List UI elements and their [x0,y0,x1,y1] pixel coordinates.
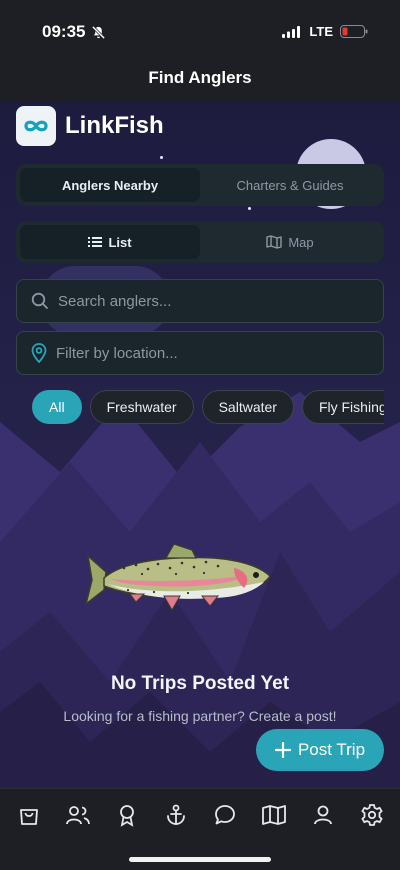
tab-label: Anglers Nearby [61,177,159,193]
page-title: Find Anglers [148,68,252,87]
people-icon [65,806,90,825]
profile-icon [313,805,332,825]
home-indicator [129,857,271,862]
tab-profile[interactable] [303,795,343,835]
tab-list-view[interactable]: List [20,225,200,259]
status-time: 09:35 [42,22,86,41]
star [248,207,251,210]
post-trip-label: Post Trip [297,740,366,759]
trout-illustration [84,543,271,612]
settings-icon [361,804,382,826]
post-trip-button[interactable]: Post Trip [256,729,384,771]
location-filter-field [16,331,384,375]
map-icon [266,235,283,249]
location-pin-icon [31,343,47,363]
list-icon [88,237,103,247]
bottom-tab-bar [0,788,400,870]
tab-charters-guides[interactable]: Charters & Guides [200,168,380,202]
status-indicators: LTE [282,24,368,39]
search-input[interactable] [58,292,358,310]
tab-anglers-nearby[interactable]: Anglers Nearby [20,168,200,202]
tab-label: Charters & Guides [236,177,344,193]
empty-state-subtitle: Looking for a fishing partner? Create a … [63,708,337,724]
empty-state-title: No Trips Posted Yet [110,673,290,694]
signal-icon [282,25,301,38]
silent-mode-icon [92,25,106,39]
brand-name: LinkFish [65,112,164,139]
location-filter-input[interactable] [56,344,356,362]
tab-label: List [108,234,132,250]
app-logo-icon [16,106,56,146]
star [160,156,163,159]
nav-header: Find Anglers [0,60,400,102]
shopping-bag-icon [19,809,38,825]
battery-icon [340,25,368,38]
tab-settings[interactable] [352,795,392,835]
tab-achievements[interactable] [107,795,147,835]
tab-map[interactable] [254,795,294,835]
tab-anglers[interactable] [58,795,98,835]
chip-freshwater[interactable]: Freshwater [89,390,194,424]
award-icon [119,805,134,827]
search-icon [31,292,48,309]
chip-saltwater[interactable]: Saltwater [201,390,294,424]
chip-all[interactable]: All [32,390,82,424]
map-icon [261,805,286,825]
chip-fly-fishing[interactable]: Fly Fishing [301,390,384,424]
brand-logo: LinkFish [16,106,164,146]
status-bar: 09:35 LTE [0,0,400,60]
search-field [16,279,384,323]
tab-label: Map [288,234,314,250]
tab-messages[interactable] [205,795,245,835]
category-filter-chips: All Freshwater Saltwater Fly Fishing [32,390,384,426]
chat-icon [214,805,235,825]
tab-map-view[interactable]: Map [200,225,380,259]
anchor-icon [166,804,185,825]
plus-icon [274,742,291,758]
mode-segmented-control: Anglers Nearby Charters & Guides [16,164,384,206]
tab-charters[interactable] [156,795,196,835]
network-label: LTE [309,24,333,39]
view-segmented-control: List Map [16,221,384,263]
tab-shop[interactable] [9,795,49,835]
status-time-group: 09:35 [42,22,106,42]
